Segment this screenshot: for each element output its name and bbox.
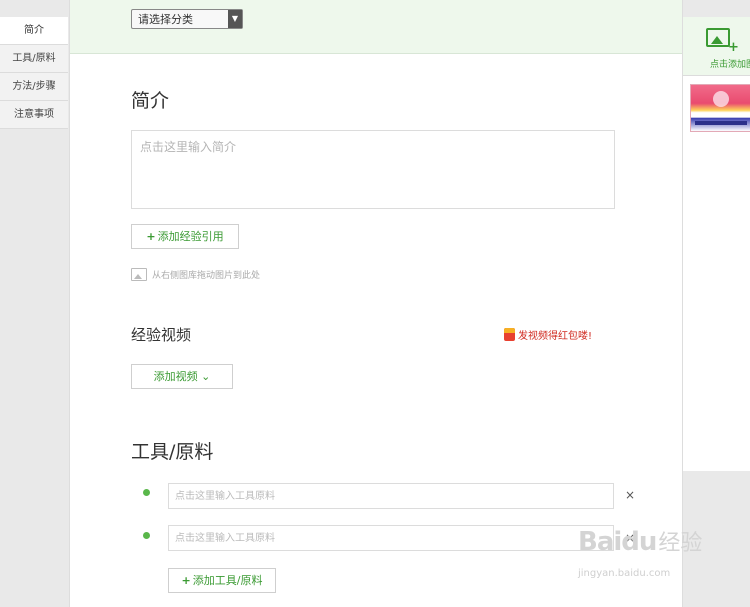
baidu-jingyan-watermark: Baidu经验 jingyan.baidu.com: [578, 525, 703, 579]
tools-section-title: 工具/原料: [131, 441, 214, 463]
video-promo-text: 发视频得红包喽!: [518, 331, 593, 342]
thumbnail-graphic: [713, 91, 729, 107]
plus-icon: +: [728, 40, 739, 55]
add-reference-button[interactable]: + 添加经验引用: [131, 224, 239, 249]
add-video-button[interactable]: 添加视频 ⌄: [131, 364, 233, 389]
intro-section-title: 简介: [131, 90, 170, 112]
watermark-brand: Baidu: [578, 527, 657, 557]
tool-bullet: [143, 489, 150, 496]
category-band: 请选择分类 ▼: [70, 0, 682, 54]
image-thumbnail[interactable]: [690, 84, 750, 132]
plus-icon: +: [181, 574, 191, 587]
add-tool-label: 添加工具/原料: [192, 574, 263, 587]
tool-bullet: [143, 532, 150, 539]
watermark-url: jingyan.baidu.com: [578, 568, 671, 579]
watermark-jy: 经验: [658, 531, 703, 556]
add-reference-label: 添加经验引用: [157, 230, 224, 243]
drag-hint-text: 从右侧图库拖动图片到此处: [152, 271, 261, 281]
add-image-button[interactable]: + 点击添加图片: [683, 17, 750, 76]
sidebar-item-intro[interactable]: 简介: [0, 17, 68, 45]
intro-textarea[interactable]: 点击这里输入简介: [131, 130, 615, 209]
drag-image-hint: 从右侧图库拖动图片到此处: [131, 268, 260, 281]
tool-input-placeholder: 点击这里输入工具原料: [175, 533, 275, 544]
tool-input-placeholder: 点击这里输入工具原料: [175, 491, 275, 502]
left-sidebar-nav: 简介 工具/原料 方法/步骤 注意事项: [0, 17, 68, 129]
image-library-panel: + 点击添加图片: [682, 17, 750, 471]
category-select-value: 请选择分类: [138, 13, 193, 26]
picture-icon: [706, 28, 730, 47]
intro-placeholder: 点击这里输入简介: [140, 140, 237, 154]
add-tool-button[interactable]: + 添加工具/原料: [168, 568, 276, 593]
plus-icon: +: [146, 230, 156, 243]
category-select[interactable]: 请选择分类 ▼: [131, 9, 243, 29]
chevron-down-icon: ▼: [228, 10, 242, 28]
sidebar-item-steps[interactable]: 方法/步骤: [0, 73, 68, 101]
sidebar-item-notes[interactable]: 注意事项: [0, 101, 68, 129]
editor-main: 请选择分类 ▼ 简介 点击这里输入简介 + 添加经验引用 从右侧图库拖动图片到此处…: [69, 0, 683, 607]
video-section-title: 经验视频: [131, 326, 192, 344]
video-promo-link[interactable]: 发视频得红包喽!: [504, 327, 592, 342]
remove-tool-1-icon[interactable]: ×: [625, 488, 635, 502]
tool-input-1[interactable]: 点击这里输入工具原料: [168, 483, 614, 509]
image-icon: [131, 268, 147, 281]
red-envelope-icon: [504, 328, 515, 341]
thumbnail-graphic: [695, 121, 747, 125]
chevron-down-icon: ⌄: [201, 370, 211, 383]
sidebar-item-tools[interactable]: 工具/原料: [0, 45, 68, 73]
add-video-label: 添加视频: [153, 370, 198, 383]
add-image-label: 点击添加图片: [709, 60, 750, 70]
tool-input-2[interactable]: 点击这里输入工具原料: [168, 525, 614, 551]
